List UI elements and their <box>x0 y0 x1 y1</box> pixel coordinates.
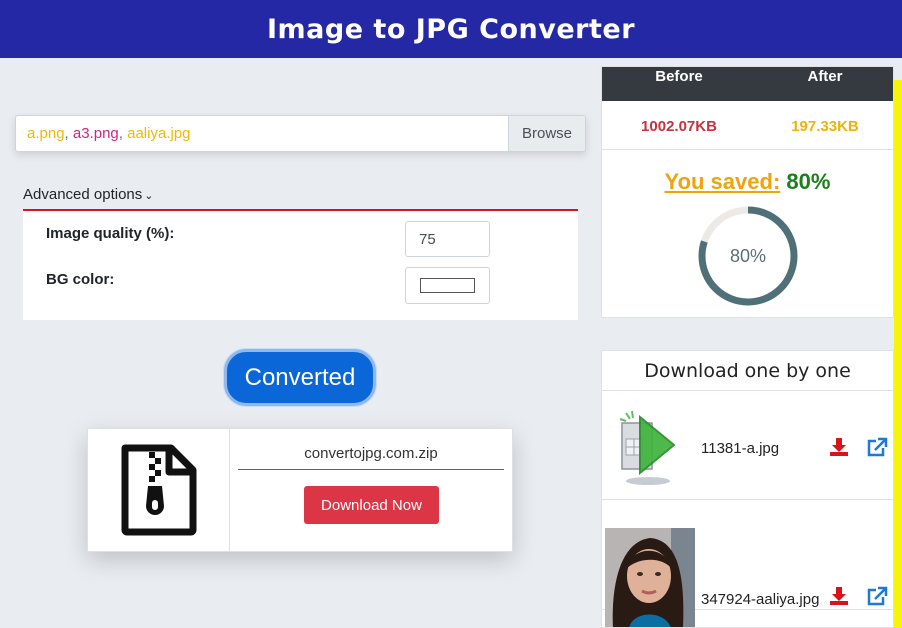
header-bar: Image to JPG Converter <box>0 0 902 58</box>
list-item-filename: 11381-a.jpg <box>701 440 780 457</box>
download-icon[interactable] <box>829 437 849 457</box>
chevron-down-icon: ⌄ <box>144 190 154 202</box>
page-title: Image to JPG Converter <box>266 13 636 45</box>
before-size: 1002.07KB <box>641 118 717 135</box>
bg-color-label: BG color: <box>46 271 115 288</box>
open-external-icon[interactable] <box>866 437 888 457</box>
list-item: 11381-a.jpg <box>602 392 893 500</box>
list-item: 347924-aaliya.jpg <box>602 502 893 627</box>
image-quality-input[interactable]: 75 <box>405 221 490 257</box>
bg-color-swatch <box>420 278 475 293</box>
after-header: After <box>807 68 843 85</box>
saved-label: You saved: <box>664 169 781 194</box>
advanced-options-panel: Image quality (%): 75 BG color: <box>23 209 578 320</box>
stats-header: Before After <box>602 67 893 101</box>
browse-button[interactable]: Browse <box>508 116 585 151</box>
file-name: a.png <box>27 125 65 142</box>
selected-files[interactable]: a.png, a3.png, aaliya.jpg <box>16 116 508 151</box>
download-list-title: Download one by one <box>602 351 893 391</box>
file-separator: , <box>118 125 128 142</box>
stats-values: 1002.07KB 197.33KB <box>602 101 893 150</box>
ring-percent-text: 80% <box>729 245 767 266</box>
after-size: 197.33KB <box>791 118 859 135</box>
file-name: a3.png <box>72 125 119 142</box>
zip-file-icon <box>121 444 196 536</box>
list-item-filename: 347924-aaliya.jpg <box>701 591 820 608</box>
convert-app-icon <box>619 410 676 485</box>
file-name: aaliya.jpg <box>127 125 191 142</box>
file-input[interactable]: a.png, a3.png, aaliya.jpg Browse <box>15 115 586 152</box>
saved-summary: You saved: 80% <box>602 169 893 195</box>
advanced-options-label: Advanced options <box>23 186 143 203</box>
zip-download-card: convertojpg.com.zip Download Now <box>87 428 513 552</box>
converted-button[interactable]: Converted <box>224 349 376 406</box>
before-header: Before <box>655 68 703 85</box>
portrait-photo <box>605 528 695 627</box>
download-icon[interactable] <box>829 586 849 606</box>
open-external-icon[interactable] <box>866 586 888 606</box>
zip-filename: convertojpg.com.zip <box>238 445 504 470</box>
download-now-button[interactable]: Download Now <box>304 486 439 524</box>
savings-card: Before After 1002.07KB 197.33KB You save… <box>601 66 894 318</box>
file-separator: , <box>64 125 73 142</box>
saved-value: 80% <box>786 169 831 194</box>
download-list-card: Download one by one 11381-a.jpg 347924-a… <box>601 350 894 628</box>
advanced-options-toggle[interactable]: Advanced options ⌄ <box>23 186 153 203</box>
zip-icon-cell <box>88 429 230 551</box>
bg-color-picker[interactable] <box>405 267 490 304</box>
image-quality-label: Image quality (%): <box>46 225 175 242</box>
side-accent-bar <box>894 80 902 628</box>
